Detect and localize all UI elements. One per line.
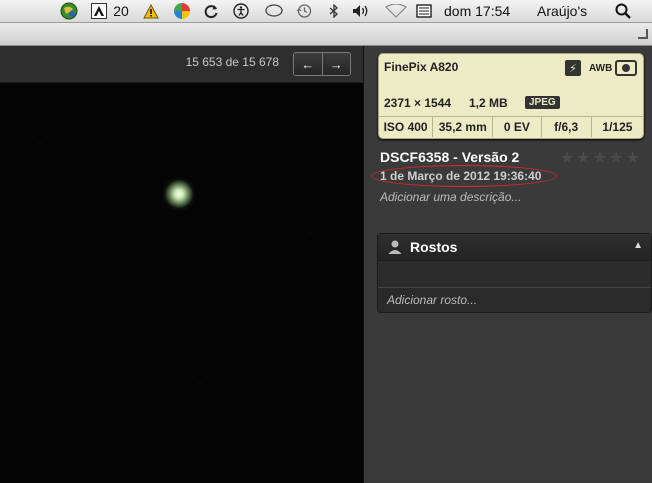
sync-icon[interactable]: [200, 0, 222, 22]
exif-card: FinePix A820 ⚡ AWB 2371 × 1544 1,2 MB JP…: [378, 53, 644, 139]
chat-icon[interactable]: [263, 0, 285, 22]
warning-icon[interactable]: [142, 0, 160, 22]
rating-stars[interactable]: ★ ★ ★ ★ ★: [560, 148, 640, 168]
aperture: f/6,3: [542, 117, 592, 137]
collapse-triangle-icon[interactable]: ▲: [633, 240, 643, 251]
volume-icon[interactable]: [350, 0, 372, 22]
description-field[interactable]: Adicionar uma descrição...: [380, 190, 521, 204]
star-icon[interactable]: ★: [593, 148, 607, 168]
menubar-clock[interactable]: dom 17:54: [444, 0, 522, 22]
menubar-user[interactable]: Araújo's: [537, 0, 603, 22]
next-photo-button[interactable]: →: [321, 53, 351, 75]
format-badge: JPEG: [525, 96, 560, 109]
window-toolbar: [0, 23, 652, 46]
image-dimensions: 2371 × 1544: [384, 96, 452, 110]
faces-title: Rostos: [410, 239, 458, 255]
photo-title[interactable]: DSCF6358 - Versão 2: [380, 149, 519, 165]
photo-canvas[interactable]: [0, 83, 363, 483]
iso-value: ISO 400: [379, 117, 434, 137]
photo-navigation: ← →: [293, 52, 351, 76]
menubar: 20 dom 17:54 Araújo's: [0, 0, 652, 23]
adobe-update-count: 20: [113, 3, 129, 19]
star-icon[interactable]: ★: [576, 148, 590, 168]
search-icon[interactable]: [612, 0, 634, 22]
adobe-icon[interactable]: [90, 0, 108, 22]
photo-date[interactable]: 1 de Março de 2012 19:36:40: [380, 169, 541, 183]
camera-model: FinePix A820: [384, 60, 459, 74]
focal-length: 35,2 mm: [433, 117, 494, 137]
bluetooth-icon[interactable]: [324, 0, 344, 22]
flash-icon: ⚡: [565, 60, 581, 76]
arrow-left-icon: ←: [301, 56, 315, 72]
exposure-bias: 0 EV: [493, 117, 542, 137]
accessibility-icon[interactable]: [230, 0, 252, 22]
shutter-speed: 1/125: [602, 120, 633, 134]
globe-icon[interactable]: [58, 0, 80, 22]
time-machine-icon[interactable]: [293, 0, 315, 22]
faces-section: Rostos ▲ Adicionar rosto...: [377, 233, 652, 313]
keyboard-icon[interactable]: [414, 0, 434, 22]
star-icon[interactable]: ★: [625, 148, 639, 168]
white-balance: AWB: [589, 63, 613, 74]
person-icon: [388, 240, 402, 254]
star-icon[interactable]: ★: [609, 148, 623, 168]
photo-counter: 15 653 de 15 678: [185, 55, 279, 69]
info-panel: FinePix A820 ⚡ AWB 2371 × 1544 1,2 MB JP…: [364, 46, 652, 483]
resize-corner-icon[interactable]: [638, 29, 648, 39]
color-wheel-icon[interactable]: [171, 0, 193, 22]
arrow-right-icon: →: [329, 56, 343, 72]
file-size: 1,2 MB: [469, 96, 508, 110]
metering-icon: [615, 60, 637, 76]
viewer-header: 15 653 de 15 678 ← →: [0, 46, 363, 83]
wifi-icon[interactable]: [383, 0, 409, 22]
previous-photo-button[interactable]: ←: [294, 53, 322, 75]
exif-row: ISO 400 35,2 mm 0 EV f/6,3 1/125: [379, 116, 643, 137]
faces-header[interactable]: Rostos ▲: [378, 234, 651, 261]
faces-list: [378, 261, 651, 288]
add-face-field[interactable]: Adicionar rosto...: [387, 293, 477, 307]
photo-star-highlight: [162, 177, 196, 211]
star-icon[interactable]: ★: [560, 148, 574, 168]
